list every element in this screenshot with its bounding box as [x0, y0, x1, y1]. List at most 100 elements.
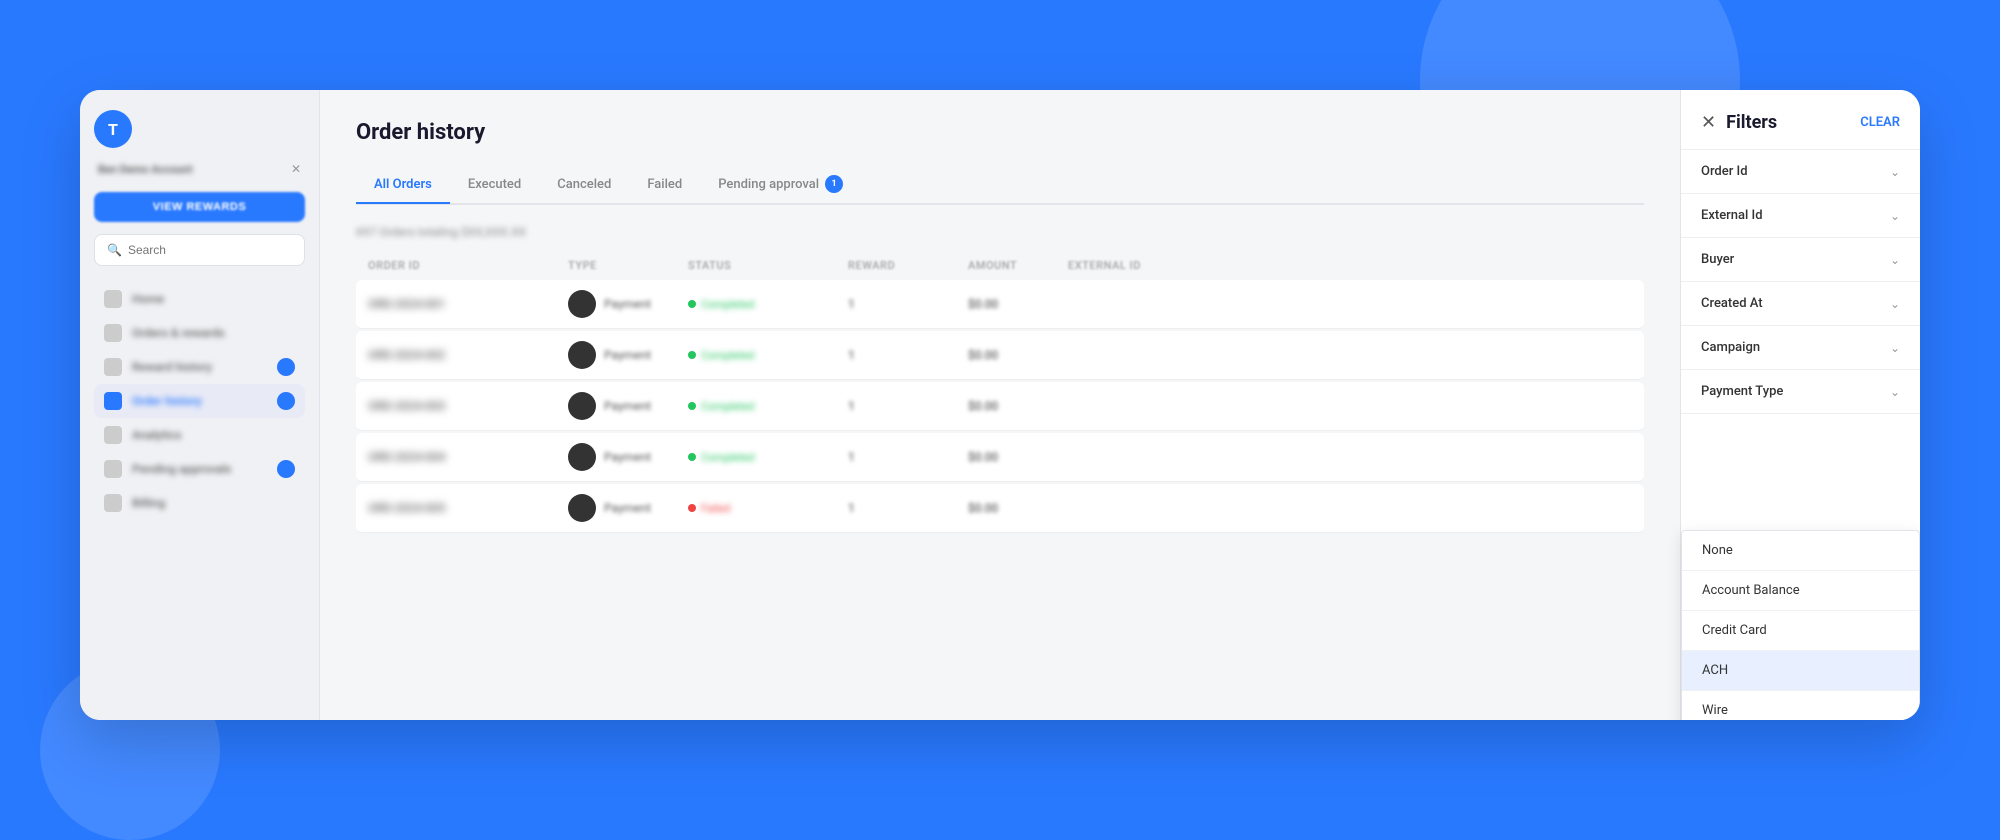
sidebar-item-icon-3: [104, 392, 122, 410]
type-label-1: Payment: [604, 348, 651, 362]
filter-close-button[interactable]: ✕: [1701, 114, 1716, 132]
filter-sections: Order Id ⌄ External Id ⌄ Buyer ⌄ Created…: [1681, 150, 1920, 414]
filter-title: Filters: [1726, 112, 1777, 133]
tab-pending-approval[interactable]: Pending approval 1: [700, 165, 861, 205]
cell-type-2: Payment: [568, 392, 688, 420]
status-dot-4: [688, 504, 696, 512]
filter-section-row-2[interactable]: Buyer ⌄: [1681, 238, 1920, 281]
cell-reward-4: 1: [848, 501, 968, 515]
cell-amount-3: $0.00: [968, 450, 1068, 464]
sidebar-item-orders-&-rewards[interactable]: Orders & rewards: [94, 316, 305, 350]
tab-canceled[interactable]: Canceled: [539, 167, 629, 204]
filter-section-row-3[interactable]: Created At ⌄: [1681, 282, 1920, 325]
filter-chevron-icon-2: ⌄: [1890, 253, 1900, 267]
page-title: Order history: [356, 120, 1644, 145]
sidebar-item-home[interactable]: Home: [94, 282, 305, 316]
tab-label-2: Canceled: [557, 177, 611, 192]
type-label-4: Payment: [604, 501, 651, 515]
type-icon-3: [568, 443, 596, 471]
table-subtitle: 697 Orders totaling $XX,XXX.XX: [356, 225, 1644, 239]
sidebar-item-reward-history[interactable]: Reward history: [94, 350, 305, 384]
sidebar-item-order-history[interactable]: Order history: [94, 384, 305, 418]
filter-section-label-3: Created At: [1701, 296, 1763, 311]
type-icon-2: [568, 392, 596, 420]
table-row[interactable]: ORD-2024-002 Payment Completed 1 $0.00: [356, 331, 1644, 380]
sidebar-search-container[interactable]: 🔍: [94, 234, 305, 266]
search-icon: 🔍: [107, 243, 122, 257]
table-header: Order ID Type Status Reward Amount Exter…: [356, 251, 1644, 280]
tab-label-0: All Orders: [374, 177, 432, 192]
sidebar-account-name: Ben Demo Account: [98, 163, 192, 176]
col-header-external-id: External ID: [1068, 259, 1208, 272]
col-header-type: Type: [568, 259, 688, 272]
table-row[interactable]: ORD-2024-005 Payment Failed 1 $0.00: [356, 484, 1644, 533]
cell-status-3: Completed: [688, 451, 848, 464]
cell-amount-4: $0.00: [968, 501, 1068, 515]
filter-section-row-0[interactable]: Order Id ⌄: [1681, 150, 1920, 193]
dropdown-option-credit-card[interactable]: Credit Card: [1682, 611, 1919, 651]
type-label-2: Payment: [604, 399, 651, 413]
table-row[interactable]: ORD-2024-003 Payment Completed 1 $0.00: [356, 382, 1644, 431]
type-icon-0: [568, 290, 596, 318]
tab-label-3: Failed: [647, 177, 682, 192]
filter-section-label-2: Buyer: [1701, 252, 1734, 267]
sidebar-item-label-5: Pending approvals: [132, 462, 267, 476]
dropdown-option-account-balance[interactable]: Account Balance: [1682, 571, 1919, 611]
col-header-order-id: Order ID: [368, 259, 568, 272]
sidebar-badge-3: [277, 392, 295, 410]
type-icon-1: [568, 341, 596, 369]
filter-section-label-4: Campaign: [1701, 340, 1760, 355]
filter-section-buyer: Buyer ⌄: [1681, 238, 1920, 282]
cell-reward-1: 1: [848, 348, 968, 362]
cell-order-id-1: ORD-2024-002: [368, 348, 568, 362]
tab-label-4: Pending approval: [718, 177, 819, 192]
filter-section-row-4[interactable]: Campaign ⌄: [1681, 326, 1920, 369]
view-rewards-button[interactable]: VIEW REWARDS: [94, 192, 305, 222]
type-label-3: Payment: [604, 450, 651, 464]
cell-order-id-2: ORD-2024-003: [368, 399, 568, 413]
sidebar-item-label-0: Home: [132, 292, 295, 306]
filter-chevron-icon-3: ⌄: [1890, 297, 1900, 311]
status-label-3: Completed: [701, 451, 754, 464]
sidebar-item-label-2: Reward history: [132, 360, 267, 374]
filter-section-payment-type: Payment Type ⌄: [1681, 370, 1920, 414]
dropdown-option-ach[interactable]: ACH: [1682, 651, 1919, 691]
main-card: T Ben Demo Account ✕ VIEW REWARDS 🔍 Home…: [80, 90, 1920, 720]
cell-reward-3: 1: [848, 450, 968, 464]
sidebar-nav: Home Orders & rewards Reward history Ord…: [94, 282, 305, 520]
filter-header: ✕ Filters CLEAR: [1681, 90, 1920, 150]
filter-section-label-5: Payment Type: [1701, 384, 1783, 399]
tab-executed[interactable]: Executed: [450, 167, 539, 204]
sidebar-item-pending-approvals[interactable]: Pending approvals: [94, 452, 305, 486]
table-row[interactable]: ORD-2024-004 Payment Completed 1 $0.00: [356, 433, 1644, 482]
col-header-reward: Reward: [848, 259, 968, 272]
table-row[interactable]: ORD-2024-001 Payment Completed 1 $0.00: [356, 280, 1644, 329]
cell-type-0: Payment: [568, 290, 688, 318]
cell-status-4: Failed: [688, 502, 848, 515]
dropdown-option-wire[interactable]: Wire: [1682, 691, 1919, 720]
cell-type-4: Payment: [568, 494, 688, 522]
filter-section-external-id: External Id ⌄: [1681, 194, 1920, 238]
sidebar-item-icon-4: [104, 426, 122, 444]
filter-chevron-icon-5: ⌄: [1890, 385, 1900, 399]
col-header-status: Status: [688, 259, 848, 272]
search-input[interactable]: [128, 243, 292, 257]
filter-clear-button[interactable]: CLEAR: [1860, 115, 1900, 130]
tab-all-orders[interactable]: All Orders: [356, 167, 450, 204]
sidebar-account: Ben Demo Account ✕: [94, 162, 305, 176]
filter-section-row-1[interactable]: External Id ⌄: [1681, 194, 1920, 237]
filter-section-row-5[interactable]: Payment Type ⌄: [1681, 370, 1920, 413]
tab-failed[interactable]: Failed: [629, 167, 700, 204]
tab-badge-4: 1: [825, 175, 843, 193]
status-label-1: Completed: [701, 349, 754, 362]
sidebar-item-label-4: Analytics: [132, 428, 295, 442]
dropdown-option-none[interactable]: None: [1682, 531, 1919, 571]
sidebar-item-analytics[interactable]: Analytics: [94, 418, 305, 452]
sidebar-item-billing[interactable]: Billing: [94, 486, 305, 520]
cell-status-1: Completed: [688, 349, 848, 362]
status-label-2: Completed: [701, 400, 754, 413]
status-dot-3: [688, 453, 696, 461]
cell-reward-2: 1: [848, 399, 968, 413]
cell-reward-0: 1: [848, 297, 968, 311]
cell-amount-1: $0.00: [968, 348, 1068, 362]
